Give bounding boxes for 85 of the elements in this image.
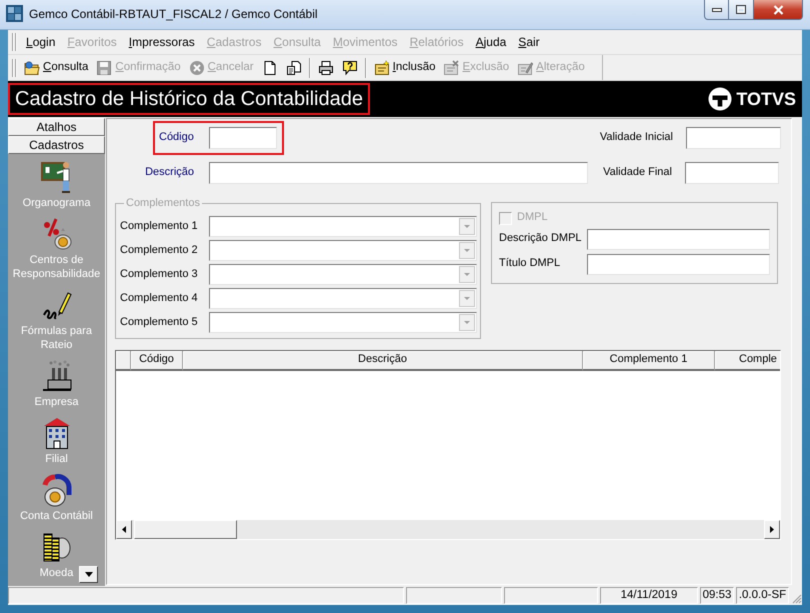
- help-bubble-icon[interactable]: [342, 60, 358, 76]
- menu-item[interactable]: Sair: [512, 33, 546, 51]
- close-icon: [772, 4, 784, 14]
- scroll-left-button[interactable]: [116, 520, 132, 539]
- maximize-icon: [736, 5, 746, 14]
- corner-cell: [116, 351, 131, 371]
- dropdown-field[interactable]: [208, 288, 477, 309]
- sidebar-item[interactable]: Organograma: [22, 160, 90, 210]
- sidebar-item[interactable]: Conta Contábil: [20, 473, 93, 523]
- column-header[interactable]: Complemento 1: [583, 351, 715, 371]
- minimize-icon: [712, 8, 722, 12]
- logo-icon: [708, 87, 732, 111]
- printer-icon[interactable]: [318, 60, 334, 76]
- field-label: Descrição: [144, 166, 194, 180]
- window-title: Gemco Contábil-RBTAUT_FISCAL2 / Gemco Contábil: [29, 7, 318, 22]
- page-icon[interactable]: [262, 60, 278, 76]
- text-field[interactable]: [685, 162, 779, 184]
- group-title: Complementos: [125, 197, 201, 209]
- caret-down-icon: [84, 572, 92, 577]
- status-panel: 09:53: [700, 587, 734, 604]
- maximize-button[interactable]: [729, 0, 754, 20]
- column-header[interactable]: Comple: [715, 351, 780, 371]
- caret-icon: [459, 290, 475, 307]
- app-icon: [6, 5, 23, 22]
- column-header[interactable]: Código: [131, 351, 183, 371]
- sidebar-item[interactable]: Empresa: [34, 359, 79, 409]
- menu-item[interactable]: Login: [20, 33, 62, 51]
- status-panel: 14/11/2019: [600, 587, 698, 604]
- toolbar-button[interactable]: Consulta: [20, 58, 92, 78]
- toolbar-button[interactable]: Inclusão: [370, 58, 440, 78]
- field-label: Complemento 3: [120, 268, 199, 282]
- menu-item[interactable]: Impressoras: [122, 33, 201, 51]
- scroll-right-button[interactable]: [764, 520, 780, 539]
- scrollbar-thumb[interactable]: [134, 520, 237, 539]
- caret-icon: [459, 218, 475, 235]
- grip-handle[interactable]: [12, 58, 17, 76]
- caret-icon: [459, 314, 475, 331]
- caret-right-icon: [770, 526, 774, 533]
- sidebar-item[interactable]: Centros de Responsabilidade: [9, 217, 104, 281]
- text-field[interactable]: [587, 254, 770, 274]
- sidebar-group-button[interactable]: Atalhos: [8, 118, 105, 136]
- dropdown-field[interactable]: [208, 312, 477, 333]
- field-label: Complemento 1: [120, 220, 199, 234]
- field-label: Complemento 5: [120, 316, 199, 330]
- text-field[interactable]: [209, 162, 588, 184]
- field-label: Validade Final: [603, 166, 672, 180]
- factory-icon: [40, 359, 72, 393]
- field-label: Complemento 4: [120, 292, 199, 306]
- sidebar-item[interactable]: Filial: [40, 416, 72, 466]
- field-label: Validade Inicial: [600, 131, 673, 145]
- dropdown-field[interactable]: [208, 264, 477, 285]
- sidebar-item[interactable]: Moeda: [40, 530, 74, 580]
- sidebar-group-button[interactable]: Cadastros: [8, 136, 105, 154]
- text-field[interactable]: [686, 127, 781, 149]
- money-bag-icon: [40, 473, 72, 507]
- chalkboard-icon: [40, 160, 72, 194]
- scroll-down-button[interactable]: [79, 566, 98, 583]
- new-card-icon: [374, 60, 390, 76]
- column-header[interactable]: Descrição: [183, 351, 583, 371]
- caret-left-icon: [122, 526, 126, 533]
- text-field[interactable]: [587, 228, 770, 250]
- menu-item[interactable]: Ajuda: [470, 33, 512, 51]
- minimize-button[interactable]: [704, 0, 729, 20]
- caret-icon: [459, 266, 475, 283]
- card-edit-icon: [517, 60, 534, 76]
- checkbox-label: DMPL: [517, 211, 548, 225]
- card-delete-icon: [443, 60, 460, 76]
- sidebar-item[interactable]: Fórmulas para Rateio: [9, 288, 104, 352]
- field-label: Código: [158, 131, 195, 145]
- page-title: Cadastro de Histórico da Contabilidade: [8, 83, 370, 115]
- field-label: Complemento 2: [120, 244, 199, 258]
- text-field[interactable]: [209, 127, 277, 149]
- logo-text: TOTVS: [736, 89, 796, 109]
- field-label: Título DMPL: [499, 257, 562, 271]
- close-button[interactable]: [754, 0, 803, 20]
- field-label: Descrição DMPL: [499, 232, 583, 246]
- dropdown-field[interactable]: [208, 216, 477, 237]
- grip-handle[interactable]: [12, 33, 17, 51]
- status-panel: .0.0.0-SF: [736, 587, 789, 604]
- caret-icon: [459, 242, 475, 259]
- cancel-icon: [188, 60, 205, 76]
- resize-grip-icon[interactable]: [792, 594, 802, 604]
- document-icon[interactable]: [286, 60, 302, 76]
- dropdown-field[interactable]: [208, 240, 477, 261]
- folder-icon: [24, 60, 40, 76]
